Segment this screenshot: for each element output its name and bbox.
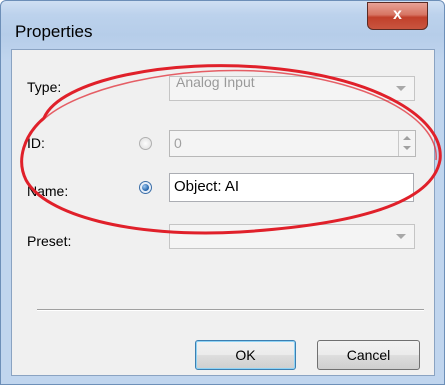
preset-dropdown[interactable] bbox=[169, 224, 415, 249]
name-input[interactable]: Object: AI bbox=[169, 173, 414, 202]
id-radio[interactable] bbox=[139, 137, 152, 150]
type-dropdown[interactable]: Analog Input bbox=[169, 74, 415, 101]
name-label: Name: bbox=[27, 183, 69, 199]
spin-down-icon[interactable] bbox=[403, 146, 411, 150]
cancel-button[interactable]: Cancel bbox=[317, 340, 420, 370]
type-label: Type: bbox=[27, 79, 62, 95]
name-radio[interactable] bbox=[139, 181, 152, 194]
close-button[interactable]: x bbox=[367, 2, 428, 30]
radio-selected-dot bbox=[142, 184, 149, 191]
id-spinner[interactable]: 0 bbox=[169, 130, 416, 157]
dialog-body: Type: Analog Input ID: 0 Name: Object: A… bbox=[11, 49, 435, 376]
properties-dialog: Properties x Type: Analog Input ID: 0 Na… bbox=[0, 0, 445, 385]
id-value: 0 bbox=[174, 135, 182, 151]
chevron-down-icon bbox=[396, 234, 406, 239]
id-spinner-buttons[interactable] bbox=[398, 131, 415, 156]
preset-label: Preset: bbox=[27, 233, 72, 249]
chevron-down-icon bbox=[396, 86, 406, 91]
close-icon: x bbox=[393, 6, 402, 23]
ok-button[interactable]: OK bbox=[195, 340, 296, 370]
separator bbox=[37, 309, 424, 311]
spin-up-icon[interactable] bbox=[403, 136, 411, 140]
name-value: Object: AI bbox=[174, 178, 240, 195]
type-dropdown-value: Analog Input bbox=[176, 74, 255, 90]
dialog-title: Properties bbox=[15, 22, 93, 41]
id-label: ID: bbox=[27, 135, 45, 151]
